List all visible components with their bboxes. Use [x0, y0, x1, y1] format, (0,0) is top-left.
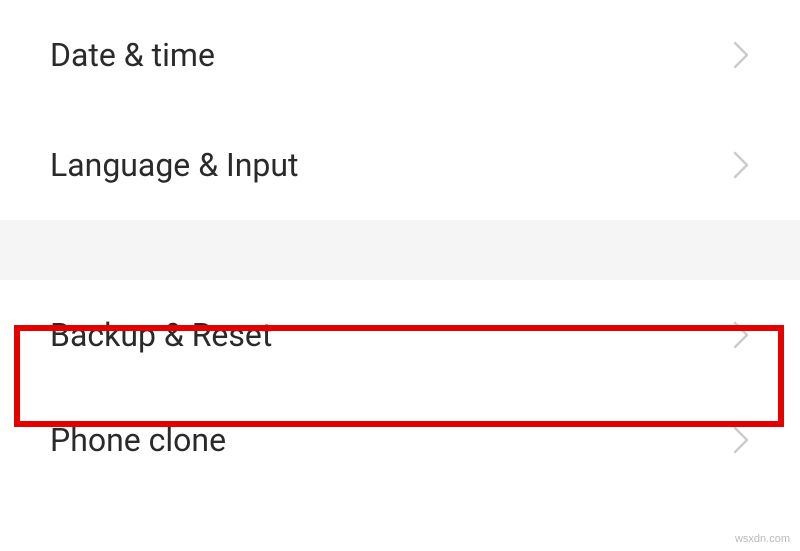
settings-item-date-time[interactable]: Date & time	[0, 0, 800, 110]
settings-item-label: Phone clone	[50, 421, 226, 459]
chevron-right-icon	[732, 425, 750, 455]
chevron-right-icon	[732, 150, 750, 180]
section-divider	[0, 220, 800, 280]
settings-item-language-input[interactable]: Language & Input	[0, 110, 800, 220]
settings-item-label: Backup & Reset	[50, 316, 272, 354]
settings-item-phone-clone[interactable]: Phone clone	[0, 390, 800, 490]
settings-list: Date & time Language & Input Backup & Re…	[0, 0, 800, 490]
chevron-right-icon	[732, 320, 750, 350]
settings-item-backup-reset[interactable]: Backup & Reset	[0, 280, 800, 390]
chevron-right-icon	[732, 40, 750, 70]
settings-item-label: Date & time	[50, 36, 215, 74]
settings-item-label: Language & Input	[50, 146, 299, 184]
watermark: wsxdn.com	[735, 533, 790, 545]
